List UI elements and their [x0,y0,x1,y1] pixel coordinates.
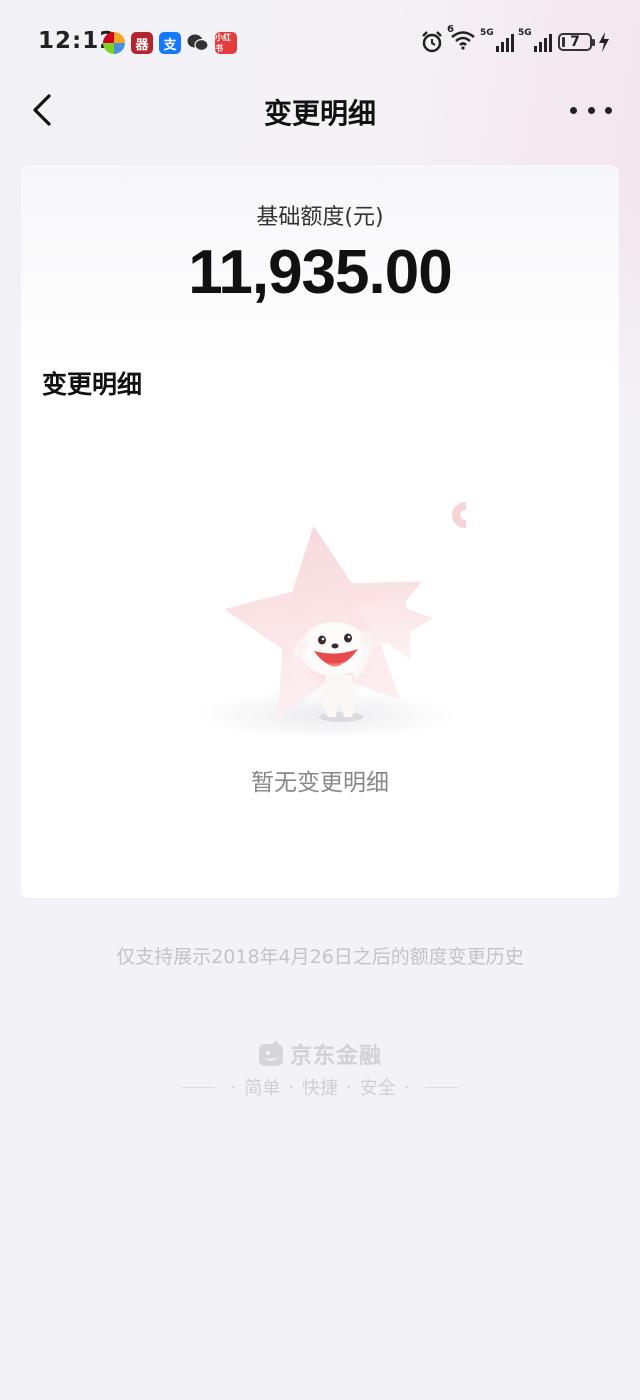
brand-logo-row: 京东金融 [0,1038,640,1070]
alipay-icon: 支 [159,32,181,54]
brand-slogan: · 简单 · 快捷 · 安全 · [0,1074,640,1100]
slogan-dot: · [403,1076,410,1098]
slogan-divider-line [425,1086,460,1088]
slogan-dot: · [288,1076,294,1098]
slogan-item: 安全 [359,1078,396,1099]
slogan-item: 简单 [244,1078,281,1099]
page-title: 变更明细 [263,97,376,130]
empty-state-text: 暂无变更明细 [251,770,389,796]
signal-icon-1: 5G [480,28,514,52]
nav-header: 变更明细 [0,86,640,134]
slogan-item: 快捷 [302,1078,338,1099]
wifi-label: 6 [447,24,454,35]
empty-state-illustration [186,495,478,741]
alarm-icon [422,31,442,53]
history-range-note: 仅支持展示2018年4月26日之后的额度变更历史 [116,946,524,968]
section-title: 变更明细 [42,370,143,399]
wechat-icon [187,32,209,54]
system-status-icons: 6 5G 5G 7 [420,24,610,54]
status-bar: 12:12 器 支 小红书 6 5G 5G 7 [0,0,640,86]
charging-icon [599,32,609,52]
bank-app-icon: 器 [131,32,153,54]
signal-icon-2: 5G [518,28,552,52]
notification-icons: 器 支 小红书 [103,32,237,54]
quota-label: 基础额度(元) [256,205,384,230]
xiaohongshu-icon: 小红书 [215,32,237,54]
quota-value: 11,935.00 [188,238,452,307]
quota-detail-card: 基础额度(元) 11,935.00 变更明细 暂无变更明细 [21,165,619,898]
battery-icon: 7 [558,33,595,51]
jd-finance-logo-icon [258,1041,283,1066]
network-label-2: 5G [518,28,532,38]
more-dot-icon [570,106,577,114]
more-options-button[interactable] [570,98,612,122]
wifi-icon: 6 [447,24,476,54]
battery-level: 7 [570,34,580,50]
multicolor-app-icon [103,32,125,54]
slogan-dot: · [346,1076,352,1098]
more-dot-icon [605,106,612,114]
slogan-divider-line [180,1086,215,1088]
more-dot-icon [587,106,595,114]
brand-name: 京东金融 [289,1044,382,1069]
slogan-dot: · [230,1076,237,1098]
network-label-1: 5G [480,28,494,38]
